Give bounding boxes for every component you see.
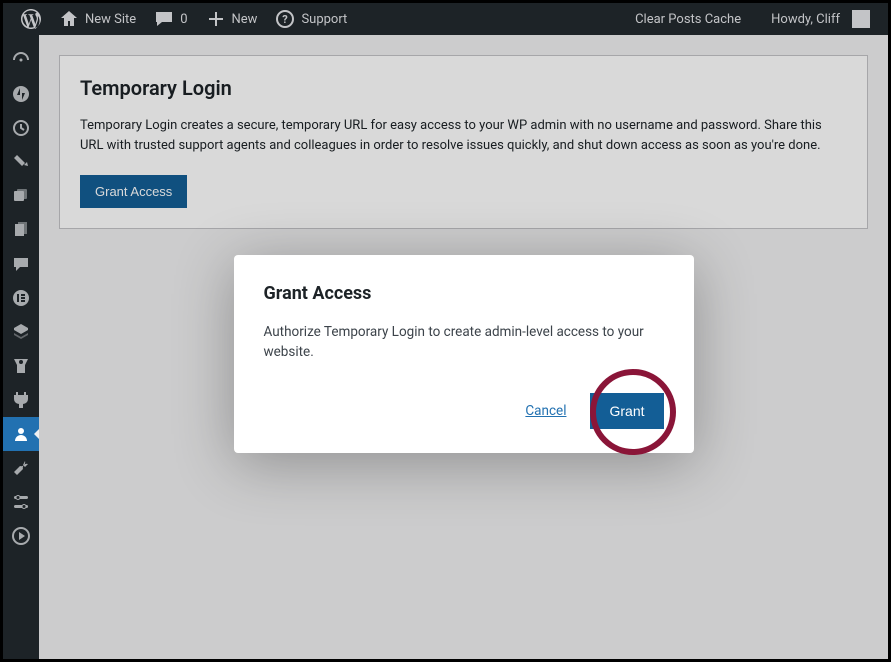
wp-logo[interactable] (13, 3, 49, 35)
comments-count: 0 (180, 12, 187, 27)
howdy-label: Howdy, Cliff (771, 12, 840, 27)
sidebar-item-plugins[interactable] (3, 383, 39, 417)
sidebar-item-comments[interactable] (3, 247, 39, 281)
new-content[interactable]: New (198, 3, 266, 35)
sidebar-item-activity[interactable] (3, 111, 39, 145)
plus-icon (206, 9, 226, 29)
admin-sidebar (3, 35, 39, 659)
modal-title: Grant Access (264, 283, 664, 304)
sidebar-item-jetpack[interactable] (3, 77, 39, 111)
new-label: New (232, 12, 258, 27)
svg-text:?: ? (283, 13, 289, 26)
support-link[interactable]: ? Support (267, 3, 355, 35)
sidebar-item-templates[interactable] (3, 315, 39, 349)
support-label: Support (301, 12, 347, 27)
wordpress-icon (21, 9, 41, 29)
sidebar-item-appearance[interactable] (3, 349, 39, 383)
comments-link[interactable]: 0 (146, 3, 195, 35)
site-name-label: New Site (85, 12, 136, 27)
admin-toolbar: New Site 0 New ? Support Clear Posts Cac… (3, 3, 888, 35)
sidebar-item-elementor[interactable] (3, 281, 39, 315)
home-icon (59, 9, 79, 29)
sidebar-item-posts[interactable] (3, 145, 39, 179)
grant-access-modal: Grant Access Authorize Temporary Login t… (234, 255, 694, 453)
sidebar-item-media[interactable] (3, 179, 39, 213)
sidebar-item-pages[interactable] (3, 213, 39, 247)
grant-button[interactable]: Grant (590, 393, 663, 429)
avatar (852, 10, 870, 28)
site-link[interactable]: New Site (51, 3, 144, 35)
sidebar-item-dashboard[interactable] (3, 43, 39, 77)
account-link[interactable]: Howdy, Cliff (763, 3, 878, 35)
sidebar-item-playback[interactable] (3, 519, 39, 553)
clear-cache-link[interactable]: Clear Posts Cache (627, 3, 749, 35)
modal-overlay[interactable]: Grant Access Authorize Temporary Login t… (39, 35, 888, 659)
modal-body: Authorize Temporary Login to create admi… (264, 322, 664, 363)
help-icon: ? (275, 9, 295, 29)
sidebar-item-users[interactable] (3, 417, 39, 451)
cancel-link[interactable]: Cancel (525, 403, 566, 419)
comment-icon (154, 9, 174, 29)
sidebar-item-tools[interactable] (3, 451, 39, 485)
main-content: Temporary Login Temporary Login creates … (39, 35, 888, 659)
sidebar-item-settings[interactable] (3, 485, 39, 519)
clear-cache-label: Clear Posts Cache (635, 12, 741, 27)
